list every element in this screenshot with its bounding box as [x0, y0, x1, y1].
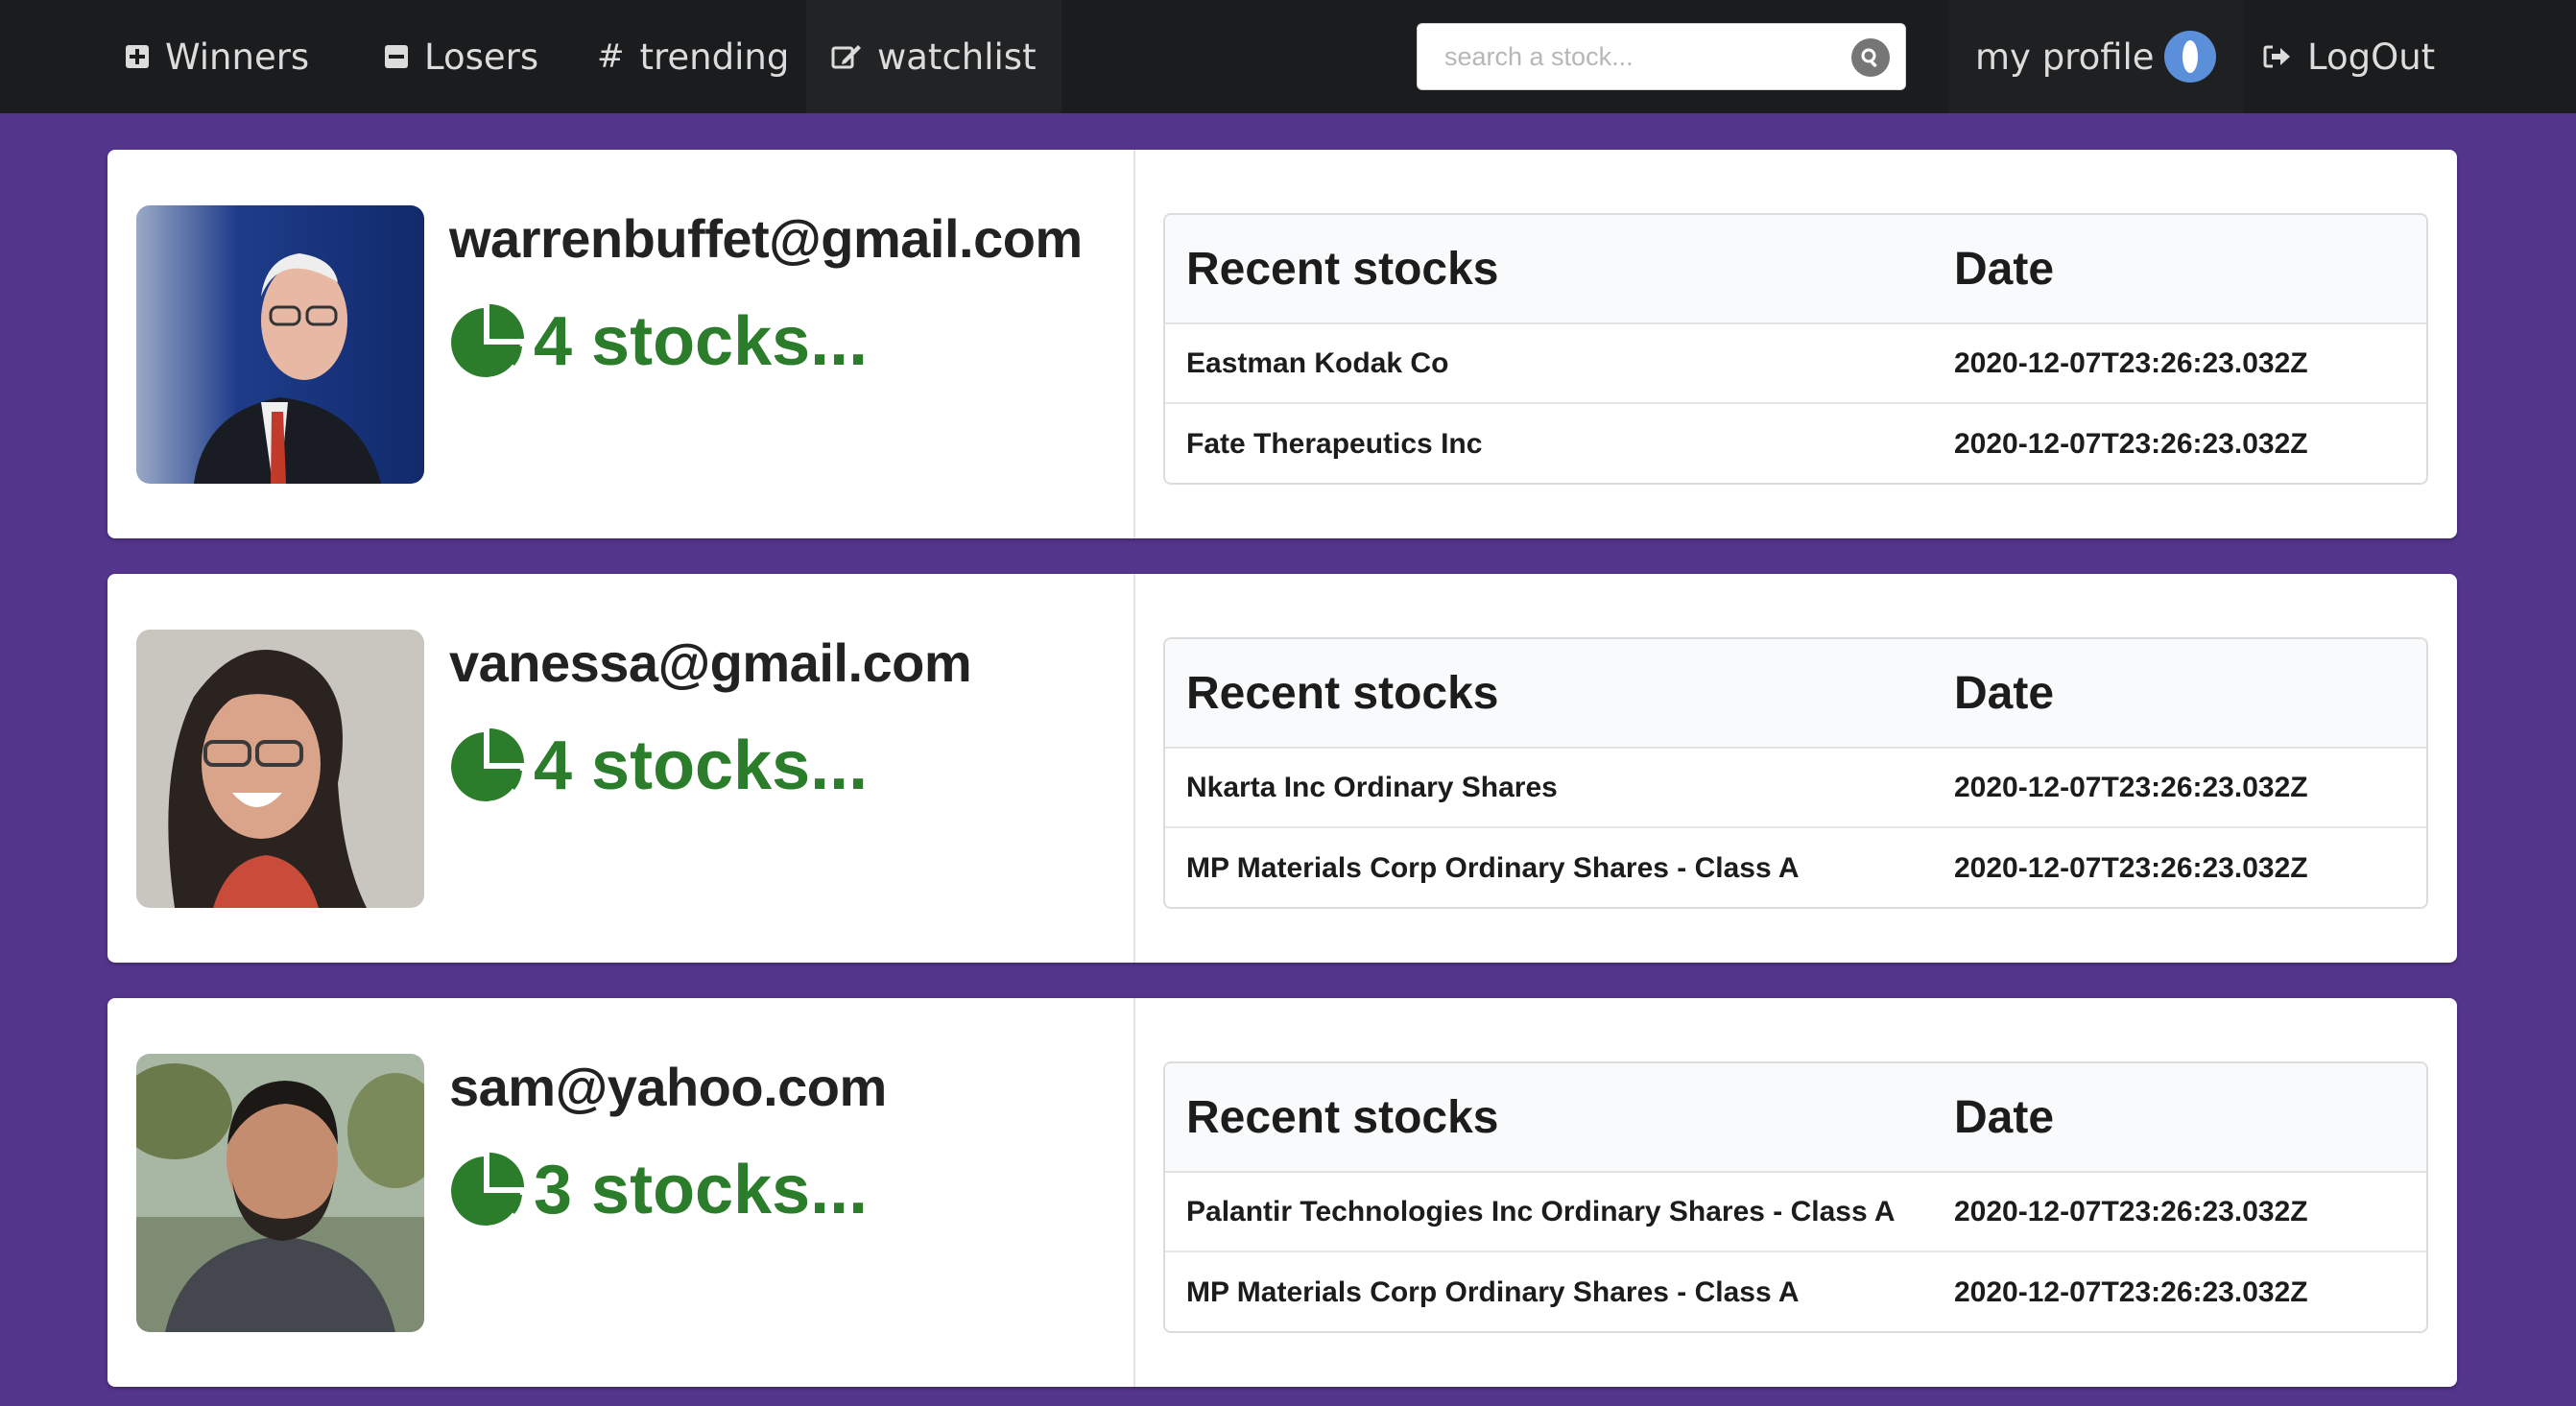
user-email: vanessa@gmail.com — [449, 632, 972, 693]
user-card: sam@yahoo.com 3 stocks... Recent stocks … — [107, 998, 2457, 1387]
nav-winners[interactable]: Winners — [125, 0, 309, 113]
table-row[interactable]: Fate Therapeutics Inc 2020-12-07T23:26:2… — [1165, 404, 2426, 483]
top-navbar: Winners Losers # trending watchlist my p… — [0, 0, 2576, 113]
nav-trending-label: trending — [639, 36, 790, 78]
table-row[interactable]: Eastman Kodak Co 2020-12-07T23:26:23.032… — [1165, 324, 2426, 404]
stock-date: 2020-12-07T23:26:23.032Z — [1954, 771, 2308, 803]
stock-count-label: 4 stocks... — [534, 303, 869, 380]
search-input[interactable] — [1418, 24, 1840, 89]
stock-date: 2020-12-07T23:26:23.032Z — [1954, 1195, 2308, 1227]
recent-stocks-table: Recent stocks Date Eastman Kodak Co 2020… — [1163, 213, 2428, 485]
nav-losers[interactable]: Losers — [384, 0, 538, 113]
stock-search-box — [1417, 23, 1906, 90]
header-date: Date — [1954, 243, 2055, 295]
header-date: Date — [1954, 1091, 2055, 1143]
user-email: sam@yahoo.com — [449, 1057, 887, 1117]
stock-count[interactable]: 4 stocks... — [449, 727, 868, 804]
user-card: warrenbuffet@gmail.com 4 stocks... Recen… — [107, 150, 2457, 538]
stock-name: Palantir Technologies Inc Ordinary Share… — [1186, 1195, 1896, 1227]
plus-square-icon — [125, 44, 150, 69]
nav-my-profile[interactable]: my profile — [1948, 0, 2243, 113]
search-icon[interactable] — [1851, 38, 1890, 77]
hashtag-icon: # — [597, 37, 625, 76]
edit-icon — [831, 42, 862, 71]
table-header: Recent stocks Date — [1165, 215, 2426, 324]
nav-profile-label: my profile — [1975, 36, 2155, 78]
stock-name: MP Materials Corp Ordinary Shares - Clas… — [1186, 1275, 1800, 1308]
sign-out-icon — [2263, 44, 2292, 69]
header-date: Date — [1954, 667, 2055, 719]
header-recent-stocks: Recent stocks — [1186, 667, 1499, 719]
table-header: Recent stocks Date — [1165, 639, 2426, 749]
header-recent-stocks: Recent stocks — [1186, 243, 1499, 295]
stock-count[interactable]: 3 stocks... — [449, 1152, 868, 1228]
table-row[interactable]: Nkarta Inc Ordinary Shares 2020-12-07T23… — [1165, 749, 2426, 828]
header-recent-stocks: Recent stocks — [1186, 1091, 1499, 1143]
nav-winners-label: Winners — [165, 36, 310, 78]
user-card: vanessa@gmail.com 4 stocks... Recent sto… — [107, 574, 2457, 963]
table-row[interactable]: MP Materials Corp Ordinary Shares - Clas… — [1165, 828, 2426, 907]
stock-date: 2020-12-07T23:26:23.032Z — [1954, 427, 2308, 460]
card-divider — [1133, 574, 1135, 963]
card-divider — [1133, 150, 1135, 538]
avatar — [136, 205, 424, 484]
stock-date: 2020-12-07T23:26:23.032Z — [1954, 851, 2308, 884]
recent-stocks-table: Recent stocks Date Palantir Technologies… — [1163, 1061, 2428, 1333]
stock-date: 2020-12-07T23:26:23.032Z — [1954, 1275, 2308, 1308]
avatar — [136, 1054, 424, 1332]
pie-chart-icon — [451, 728, 524, 801]
user-email: warrenbuffet@gmail.com — [449, 208, 1083, 269]
nav-logout[interactable]: LogOut — [2263, 0, 2435, 113]
nav-logout-label: LogOut — [2307, 36, 2436, 78]
card-divider — [1133, 998, 1135, 1387]
stock-name: Fate Therapeutics Inc — [1186, 427, 1483, 460]
pie-chart-icon — [451, 304, 524, 377]
profile-toggle-icon[interactable] — [2163, 31, 2216, 83]
nav-losers-label: Losers — [424, 36, 539, 78]
avatar — [136, 630, 424, 908]
stock-count[interactable]: 4 stocks... — [449, 303, 868, 380]
stock-count-label: 3 stocks... — [534, 1152, 869, 1228]
table-row[interactable]: Palantir Technologies Inc Ordinary Share… — [1165, 1173, 2426, 1252]
nav-watchlist[interactable]: watchlist — [806, 0, 1061, 113]
recent-stocks-table: Recent stocks Date Nkarta Inc Ordinary S… — [1163, 637, 2428, 909]
table-header: Recent stocks Date — [1165, 1063, 2426, 1173]
stock-name: Eastman Kodak Co — [1186, 346, 1449, 379]
nav-trending[interactable]: # trending — [597, 0, 789, 113]
table-row[interactable]: MP Materials Corp Ordinary Shares - Clas… — [1165, 1252, 2426, 1331]
stock-count-label: 4 stocks... — [534, 727, 869, 804]
nav-watchlist-label: watchlist — [877, 36, 1037, 78]
stock-name: Nkarta Inc Ordinary Shares — [1186, 771, 1558, 803]
stock-name: MP Materials Corp Ordinary Shares - Clas… — [1186, 851, 1800, 884]
pie-chart-icon — [451, 1153, 524, 1226]
stock-date: 2020-12-07T23:26:23.032Z — [1954, 346, 2308, 379]
minus-square-icon — [384, 44, 409, 69]
